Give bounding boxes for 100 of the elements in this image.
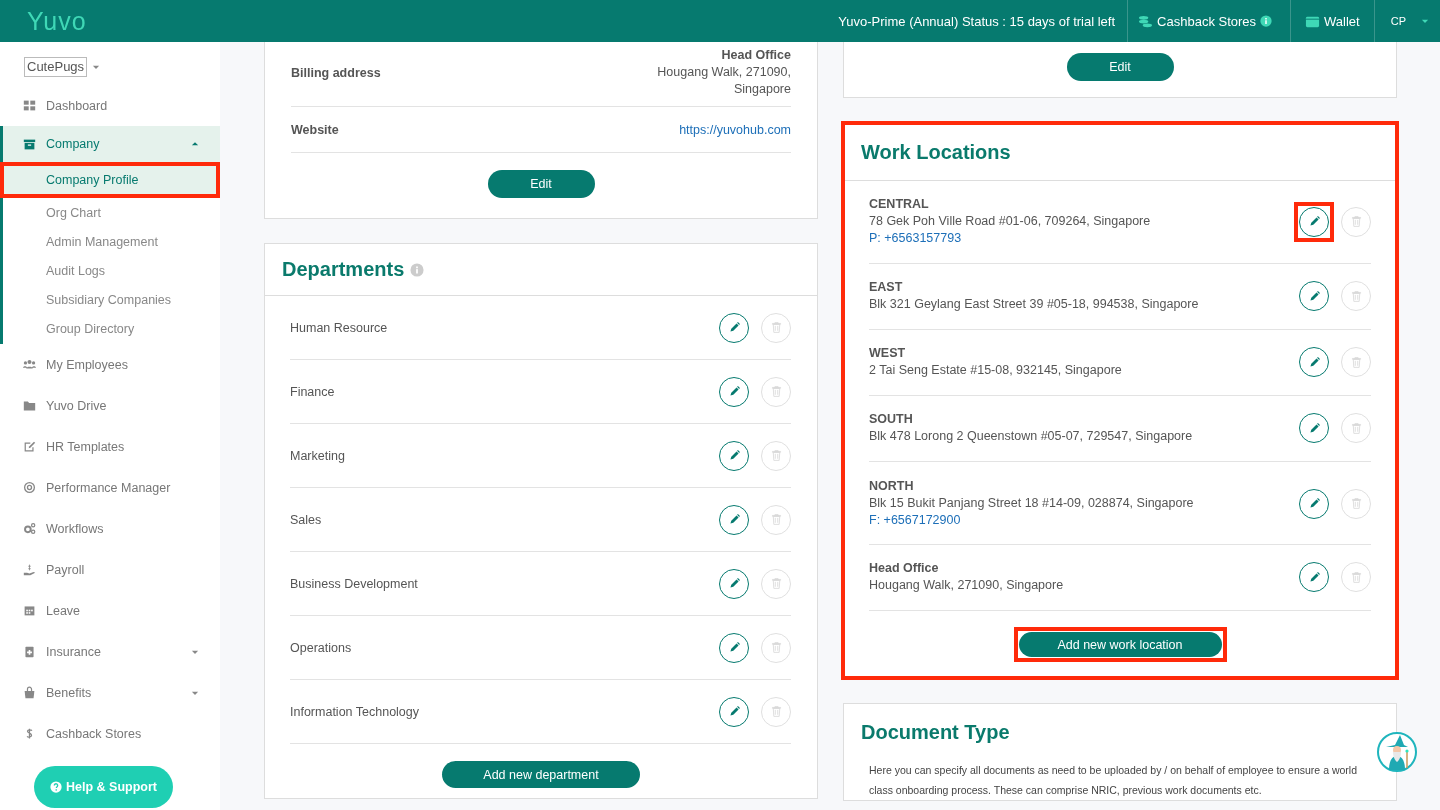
- edit-button[interactable]: [1299, 413, 1329, 443]
- logo[interactable]: Yuvo: [27, 6, 87, 36]
- edit-button[interactable]: [1299, 488, 1329, 519]
- edit-icon: [23, 440, 36, 453]
- calendar-icon: [23, 604, 36, 617]
- phone-link[interactable]: P: +6563157793: [869, 230, 1151, 247]
- trash-icon: [1349, 497, 1363, 510]
- field-label: Website: [291, 123, 339, 137]
- sidebar-item[interactable]: Cashback Stores: [0, 713, 220, 754]
- edit-button[interactable]: [719, 632, 749, 663]
- sidebar-item[interactable]: Benefits: [0, 672, 220, 713]
- trash-icon: [769, 513, 783, 526]
- target-icon: [23, 481, 36, 494]
- wizard-icon[interactable]: [1377, 732, 1417, 772]
- bag-icon: [23, 686, 36, 699]
- pencil-icon: [727, 705, 741, 718]
- sidebar-item[interactable]: Workflows: [0, 508, 220, 549]
- trash-icon: [769, 321, 783, 334]
- sidebar-item[interactable]: Payroll: [0, 549, 220, 590]
- edit-button[interactable]: Edit: [1066, 53, 1174, 81]
- edit-button[interactable]: [719, 376, 749, 407]
- trash-icon: [1349, 289, 1363, 303]
- pencil-icon: [727, 385, 741, 398]
- sidebar-subitem[interactable]: Subsidiary Companies: [3, 286, 220, 315]
- help-icon: [50, 781, 62, 793]
- edit-button[interactable]: [719, 568, 749, 599]
- coins-icon: [1138, 13, 1154, 29]
- pencil-icon: [727, 577, 741, 590]
- people-icon: [23, 358, 36, 371]
- trash-icon: [769, 449, 783, 462]
- sidebar-subitem[interactable]: Company Profile: [0, 162, 220, 198]
- add-department-button[interactable]: Add new department: [442, 761, 640, 788]
- sidebar-item[interactable]: Performance Manager: [0, 467, 220, 508]
- department-name: Human Resource: [290, 320, 388, 335]
- add-work-location-button[interactable]: Add new work location: [1018, 632, 1222, 657]
- location-address: 2 Tai Seng Estate #15-08, 932145, Singapore: [869, 362, 1122, 379]
- sidebar-item[interactable]: Yuvo Drive: [0, 385, 220, 426]
- location-address: Blk 15 Bukit Panjang Street 18 #14-09, 028874, Singapore: [869, 495, 1194, 512]
- sidebar-item[interactable]: Leave: [0, 590, 220, 631]
- location-address: Blk 321 Geylang East Street 39 #05-18, 994538, Singapore: [869, 296, 1199, 313]
- location-address: 78 Gek Poh Ville Road #01-06, 709264, Singapore: [869, 213, 1151, 230]
- department-name: Finance: [290, 384, 335, 399]
- location-address: Blk 478 Lorong 2 Queenstown #05-07, 729547, Singapore: [869, 428, 1193, 445]
- card-title: Work Locations: [861, 140, 1011, 164]
- trash-icon: [769, 641, 783, 654]
- pencil-icon: [1307, 497, 1321, 510]
- sidebar-subitem[interactable]: Admin Management: [3, 228, 220, 257]
- sidebar-item[interactable]: Company: [3, 126, 220, 162]
- trash-icon: [769, 705, 783, 718]
- address-line: Hougang Walk, 271090,: [657, 64, 791, 81]
- edit-button[interactable]: Edit: [487, 170, 595, 198]
- trash-icon: [769, 577, 783, 590]
- location-name: WEST: [869, 345, 907, 362]
- pencil-icon: [1307, 355, 1321, 369]
- department-name: Information Technology: [290, 704, 420, 719]
- department-name: Sales: [290, 512, 322, 527]
- edit-button[interactable]: [719, 696, 749, 727]
- trash-icon: [1349, 570, 1363, 584]
- department-name: Business Development: [290, 576, 418, 591]
- edit-button[interactable]: [1299, 562, 1329, 592]
- info-icon: [410, 262, 425, 277]
- location-name: EAST: [869, 279, 904, 296]
- location-name: NORTH: [869, 478, 915, 495]
- sidebar-item[interactable]: HR Templates: [0, 426, 220, 467]
- website-link[interactable]: https://yuvohub.com: [679, 123, 791, 137]
- sidebar-item[interactable]: Dashboard: [0, 85, 220, 126]
- sidebar-item[interactable]: My Employees: [0, 344, 220, 385]
- field-label: Billing address: [291, 65, 381, 80]
- pencil-icon: [1307, 570, 1321, 584]
- trash-icon: [1349, 355, 1363, 369]
- trash-icon: [1349, 215, 1363, 228]
- org-selector[interactable]: CutePugs: [24, 56, 88, 77]
- phone-link[interactable]: F: +6567172900: [869, 512, 1194, 529]
- medical-kit-icon: [23, 645, 36, 658]
- sidebar-subitem[interactable]: Group Directory: [3, 315, 220, 344]
- edit-button[interactable]: [719, 504, 749, 535]
- user-menu[interactable]: CP: [1374, 0, 1440, 42]
- location-name: CENTRAL: [869, 196, 930, 213]
- edit-button[interactable]: [719, 440, 749, 471]
- pencil-icon: [727, 641, 741, 654]
- pencil-icon: [727, 513, 741, 526]
- hand-coin-icon: [23, 563, 36, 576]
- address-heading: Head Office: [721, 47, 791, 64]
- trash-icon: [769, 385, 783, 398]
- edit-button[interactable]: [719, 312, 749, 343]
- description-text: Here you can specify all documents as need to be uploaded by / on behalf of employee to ensure a world class onboarding process. These can comprise NRIC, previous work documents etc.: [869, 763, 1358, 798]
- location-name: Head Office: [869, 560, 940, 577]
- location-address: Hougang Walk, 271090, Singapore: [869, 577, 1064, 594]
- sidebar-item[interactable]: Insurance: [0, 631, 220, 672]
- card-title: Departments: [282, 258, 405, 281]
- department-name: Marketing: [290, 448, 345, 463]
- edit-button[interactable]: [1299, 347, 1329, 377]
- sidebar-subitem[interactable]: Audit Logs: [3, 257, 220, 286]
- sidebar-subitem[interactable]: Org Chart: [3, 199, 220, 228]
- pencil-icon: [1307, 289, 1321, 303]
- card-title: Document Type: [861, 720, 1010, 744]
- pencil-icon: [1307, 421, 1321, 435]
- edit-button[interactable]: [1299, 281, 1329, 311]
- address-line: Singapore: [734, 81, 791, 98]
- gears-icon: [23, 522, 36, 535]
